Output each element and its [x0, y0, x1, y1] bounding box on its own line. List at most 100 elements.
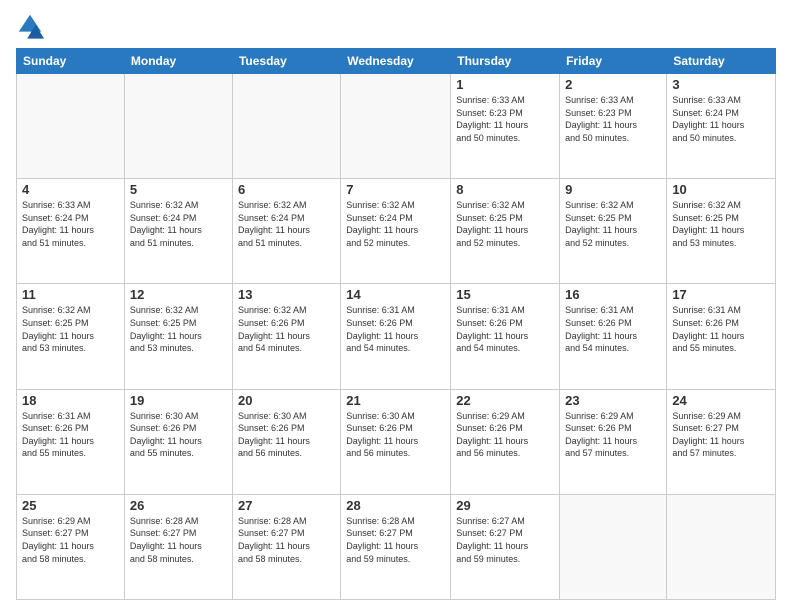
day-number: 23: [565, 393, 661, 408]
calendar-cell: 12 Sunrise: 6:32 AM Sunset: 6:25 PM Dayli…: [124, 284, 232, 389]
day-header-wednesday: Wednesday: [341, 49, 451, 74]
calendar-cell: 3 Sunrise: 6:33 AM Sunset: 6:24 PM Daylig…: [667, 74, 776, 179]
day-number: 2: [565, 77, 661, 92]
day-info: Sunrise: 6:32 AM Sunset: 6:24 PM Dayligh…: [238, 199, 335, 249]
calendar-cell: 13 Sunrise: 6:32 AM Sunset: 6:26 PM Dayli…: [232, 284, 340, 389]
day-number: 26: [130, 498, 227, 513]
day-header-saturday: Saturday: [667, 49, 776, 74]
day-info: Sunrise: 6:33 AM Sunset: 6:23 PM Dayligh…: [456, 94, 554, 144]
week-row-0: 1Sunrise: 6:33 AM Sunset: 6:23 PM Daylig…: [17, 74, 776, 179]
logo: [16, 12, 48, 40]
day-number: 20: [238, 393, 335, 408]
page: SundayMondayTuesdayWednesdayThursdayFrid…: [0, 0, 792, 612]
calendar-cell: 7 Sunrise: 6:32 AM Sunset: 6:24 PM Daylig…: [341, 179, 451, 284]
day-number: 19: [130, 393, 227, 408]
calendar-cell: 4 Sunrise: 6:33 AM Sunset: 6:24 PM Daylig…: [17, 179, 125, 284]
day-info: Sunrise: 6:30 AM Sunset: 6:26 PM Dayligh…: [238, 410, 335, 460]
day-info: Sunrise: 6:30 AM Sunset: 6:26 PM Dayligh…: [346, 410, 445, 460]
day-number: 5: [130, 182, 227, 197]
calendar-cell: [341, 74, 451, 179]
day-number: 25: [22, 498, 119, 513]
day-number: 4: [22, 182, 119, 197]
week-row-4: 25Sunrise: 6:29 AM Sunset: 6:27 PM Dayli…: [17, 494, 776, 599]
day-number: 3: [672, 77, 770, 92]
day-info: Sunrise: 6:29 AM Sunset: 6:27 PM Dayligh…: [672, 410, 770, 460]
day-info: Sunrise: 6:32 AM Sunset: 6:25 PM Dayligh…: [565, 199, 661, 249]
day-info: Sunrise: 6:31 AM Sunset: 6:26 PM Dayligh…: [565, 304, 661, 354]
day-header-tuesday: Tuesday: [232, 49, 340, 74]
day-info: Sunrise: 6:32 AM Sunset: 6:26 PM Dayligh…: [238, 304, 335, 354]
day-number: 7: [346, 182, 445, 197]
day-number: 10: [672, 182, 770, 197]
day-info: Sunrise: 6:28 AM Sunset: 6:27 PM Dayligh…: [346, 515, 445, 565]
day-number: 11: [22, 287, 119, 302]
day-info: Sunrise: 6:28 AM Sunset: 6:27 PM Dayligh…: [130, 515, 227, 565]
week-row-2: 11 Sunrise: 6:32 AM Sunset: 6:25 PM Dayli…: [17, 284, 776, 389]
day-number: 13: [238, 287, 335, 302]
day-number: 18: [22, 393, 119, 408]
day-info: Sunrise: 6:32 AM Sunset: 6:24 PM Dayligh…: [346, 199, 445, 249]
day-info: Sunrise: 6:32 AM Sunset: 6:25 PM Dayligh…: [22, 304, 119, 354]
day-info: Sunrise: 6:33 AM Sunset: 6:24 PM Dayligh…: [22, 199, 119, 249]
day-number: 9: [565, 182, 661, 197]
calendar-cell: 17 Sunrise: 6:31 AM Sunset: 6:26 PM Dayli…: [667, 284, 776, 389]
calendar-cell: 18Sunrise: 6:31 AM Sunset: 6:26 PM Dayli…: [17, 389, 125, 494]
day-info: Sunrise: 6:32 AM Sunset: 6:25 PM Dayligh…: [130, 304, 227, 354]
calendar-cell: 20 Sunrise: 6:30 AM Sunset: 6:26 PM Dayli…: [232, 389, 340, 494]
day-number: 28: [346, 498, 445, 513]
calendar-cell: 11 Sunrise: 6:32 AM Sunset: 6:25 PM Dayli…: [17, 284, 125, 389]
day-number: 16: [565, 287, 661, 302]
calendar-cell: 8Sunrise: 6:32 AM Sunset: 6:25 PM Daylig…: [451, 179, 560, 284]
day-info: Sunrise: 6:32 AM Sunset: 6:25 PM Dayligh…: [672, 199, 770, 249]
calendar-cell: 26 Sunrise: 6:28 AM Sunset: 6:27 PM Dayli…: [124, 494, 232, 599]
calendar-cell: 5Sunrise: 6:32 AM Sunset: 6:24 PM Daylig…: [124, 179, 232, 284]
calendar-cell: 19 Sunrise: 6:30 AM Sunset: 6:26 PM Dayli…: [124, 389, 232, 494]
calendar-cell: 27 Sunrise: 6:28 AM Sunset: 6:27 PM Dayli…: [232, 494, 340, 599]
day-info: Sunrise: 6:31 AM Sunset: 6:26 PM Dayligh…: [672, 304, 770, 354]
calendar-cell: [667, 494, 776, 599]
week-row-3: 18Sunrise: 6:31 AM Sunset: 6:26 PM Dayli…: [17, 389, 776, 494]
calendar-cell: [17, 74, 125, 179]
week-row-1: 4 Sunrise: 6:33 AM Sunset: 6:24 PM Daylig…: [17, 179, 776, 284]
header: [16, 12, 776, 40]
calendar-table: SundayMondayTuesdayWednesdayThursdayFrid…: [16, 48, 776, 600]
day-header-thursday: Thursday: [451, 49, 560, 74]
calendar-cell: [560, 494, 667, 599]
calendar-cell: 16 Sunrise: 6:31 AM Sunset: 6:26 PM Dayli…: [560, 284, 667, 389]
calendar-cell: 29Sunrise: 6:27 AM Sunset: 6:27 PM Dayli…: [451, 494, 560, 599]
day-info: Sunrise: 6:31 AM Sunset: 6:26 PM Dayligh…: [456, 304, 554, 354]
day-number: 14: [346, 287, 445, 302]
day-number: 15: [456, 287, 554, 302]
day-info: Sunrise: 6:28 AM Sunset: 6:27 PM Dayligh…: [238, 515, 335, 565]
day-info: Sunrise: 6:31 AM Sunset: 6:26 PM Dayligh…: [346, 304, 445, 354]
day-info: Sunrise: 6:30 AM Sunset: 6:26 PM Dayligh…: [130, 410, 227, 460]
calendar-cell: [124, 74, 232, 179]
header-row: SundayMondayTuesdayWednesdayThursdayFrid…: [17, 49, 776, 74]
day-number: 12: [130, 287, 227, 302]
day-number: 24: [672, 393, 770, 408]
day-number: 17: [672, 287, 770, 302]
calendar-cell: 23 Sunrise: 6:29 AM Sunset: 6:26 PM Dayli…: [560, 389, 667, 494]
day-info: Sunrise: 6:32 AM Sunset: 6:25 PM Dayligh…: [456, 199, 554, 249]
day-header-monday: Monday: [124, 49, 232, 74]
calendar-cell: 6 Sunrise: 6:32 AM Sunset: 6:24 PM Daylig…: [232, 179, 340, 284]
calendar-cell: 21 Sunrise: 6:30 AM Sunset: 6:26 PM Dayli…: [341, 389, 451, 494]
calendar-cell: 24 Sunrise: 6:29 AM Sunset: 6:27 PM Dayli…: [667, 389, 776, 494]
day-info: Sunrise: 6:29 AM Sunset: 6:26 PM Dayligh…: [456, 410, 554, 460]
day-number: 6: [238, 182, 335, 197]
day-header-friday: Friday: [560, 49, 667, 74]
calendar-cell: 28 Sunrise: 6:28 AM Sunset: 6:27 PM Dayli…: [341, 494, 451, 599]
day-info: Sunrise: 6:29 AM Sunset: 6:26 PM Dayligh…: [565, 410, 661, 460]
calendar-cell: 10 Sunrise: 6:32 AM Sunset: 6:25 PM Dayli…: [667, 179, 776, 284]
day-number: 22: [456, 393, 554, 408]
day-info: Sunrise: 6:33 AM Sunset: 6:24 PM Dayligh…: [672, 94, 770, 144]
calendar-cell: 1Sunrise: 6:33 AM Sunset: 6:23 PM Daylig…: [451, 74, 560, 179]
day-header-sunday: Sunday: [17, 49, 125, 74]
calendar-cell: 15 Sunrise: 6:31 AM Sunset: 6:26 PM Dayli…: [451, 284, 560, 389]
day-number: 21: [346, 393, 445, 408]
calendar-cell: 14 Sunrise: 6:31 AM Sunset: 6:26 PM Dayli…: [341, 284, 451, 389]
calendar-cell: 2 Sunrise: 6:33 AM Sunset: 6:23 PM Daylig…: [560, 74, 667, 179]
day-info: Sunrise: 6:33 AM Sunset: 6:23 PM Dayligh…: [565, 94, 661, 144]
day-number: 27: [238, 498, 335, 513]
logo-icon: [16, 12, 44, 40]
